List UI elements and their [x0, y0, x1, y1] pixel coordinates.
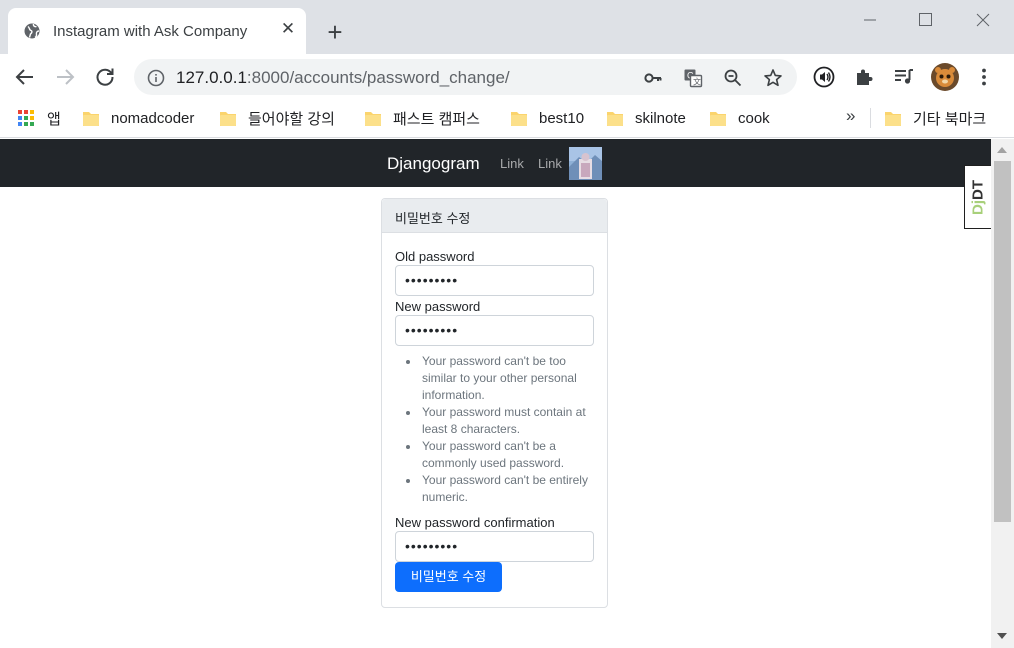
folder-icon [710, 112, 726, 126]
browser-toolbar: 127.0.0.1:8000/accounts/password_change/… [0, 54, 1014, 100]
bookmark-best10[interactable]: best10 [511, 107, 584, 129]
vertical-scrollbar[interactable] [991, 139, 1014, 648]
bookmark-lectures[interactable]: 들어야할 강의 [220, 107, 335, 129]
kebab-menu-icon[interactable] [972, 65, 996, 89]
bookmark-label: cook [738, 109, 770, 127]
help-item: Your password must contain at least 8 ch… [395, 404, 595, 438]
debug-toolbar-handle[interactable]: DjDT [964, 165, 991, 229]
bookmarks-overflow-button[interactable]: » [846, 106, 855, 126]
star-bookmark-icon[interactable] [763, 68, 783, 88]
help-item: Your password can't be too similar to yo… [395, 353, 595, 404]
bookmarks-divider [870, 108, 871, 128]
debug-toolbar-prefix: Dj [969, 200, 987, 215]
tab-title: Instagram with Ask Company [53, 23, 248, 40]
bookmark-nomadcoder[interactable]: nomadcoder [83, 107, 194, 129]
folder-icon [220, 112, 236, 126]
zoom-out-icon[interactable] [723, 68, 743, 88]
apps-grid-icon [18, 110, 34, 126]
new-password-confirmation-input[interactable]: ••••••••• [395, 531, 594, 562]
navbar-brand[interactable]: Djangogram [387, 154, 480, 174]
new-password-input[interactable]: ••••••••• [395, 315, 594, 346]
scrollbar-thumb[interactable] [994, 161, 1011, 522]
help-item: Your password can't be entirely numeric. [395, 472, 595, 506]
debug-toolbar-label: DjDT [970, 168, 987, 228]
puzzle-extensions-icon[interactable] [852, 65, 876, 89]
debug-toolbar-suffix: DT [969, 180, 987, 200]
new-password-label: New password [395, 299, 481, 314]
bookmark-label: nomadcoder [111, 109, 195, 127]
bookmark-skilnote[interactable]: skilnote [607, 107, 686, 129]
folder-icon [365, 112, 381, 126]
forward-arrow-icon[interactable] [53, 65, 77, 89]
url-path: :8000/accounts/password_change/ [246, 68, 510, 87]
key-icon[interactable] [643, 68, 663, 88]
bookmark-label: 앱 [47, 110, 61, 128]
url-host: 127.0.0.1 [176, 68, 247, 87]
nav-link-2[interactable]: Link [538, 156, 562, 171]
url-text: 127.0.0.1:8000/accounts/password_change/ [176, 68, 510, 88]
help-item: Your password can't be a commonly used p… [395, 438, 595, 472]
bookmarks-bar: 앱 nomadcoder 들어야할 강의 패스트 캠퍼스 best10 skil… [0, 100, 1014, 138]
browser-titlebar: Instagram with Ask Company ✕ + [0, 0, 1014, 54]
tab-close-icon[interactable]: ✕ [279, 20, 297, 38]
bookmark-apps[interactable]: 앱 [17, 107, 61, 129]
folder-icon [83, 112, 99, 126]
card-header: 비밀번호 수정 [382, 199, 607, 233]
minimize-icon[interactable] [855, 8, 885, 32]
old-password-input[interactable]: ••••••••• [395, 265, 594, 296]
bookmark-other[interactable]: 기타 북마크 [885, 107, 986, 129]
site-navbar: Djangogram Link Link [0, 139, 991, 187]
scroll-up-arrow-icon[interactable] [997, 147, 1007, 153]
translate-icon[interactable]: G文 [683, 68, 703, 88]
audio-extension-icon[interactable] [812, 65, 836, 89]
window-close-icon[interactable] [968, 8, 998, 32]
new-tab-icon[interactable]: + [322, 19, 348, 46]
old-password-label: Old password [395, 249, 475, 264]
folder-icon [511, 112, 527, 126]
scroll-down-arrow-icon[interactable] [997, 633, 1007, 639]
maximize-icon[interactable] [910, 8, 940, 32]
bookmark-fastcampus[interactable]: 패스트 캠퍼스 [365, 107, 480, 129]
address-bar[interactable]: 127.0.0.1:8000/accounts/password_change/… [134, 59, 797, 95]
password-change-card: 비밀번호 수정 Old password ••••••••• New passw… [381, 198, 608, 608]
bookmark-label: best10 [539, 109, 585, 127]
profile-avatar-icon[interactable] [931, 63, 959, 91]
bookmark-label: 기타 북마크 [913, 110, 987, 128]
bookmark-cook[interactable]: cook [710, 107, 770, 129]
bookmark-label: 들어야할 강의 [248, 110, 335, 128]
globe-icon [24, 23, 40, 39]
folder-icon [607, 112, 623, 126]
password-help-list: Your password can't be too similar to yo… [395, 353, 595, 506]
reload-icon[interactable] [93, 65, 117, 89]
change-password-button[interactable]: 비밀번호 수정 [395, 562, 502, 592]
svg-text:文: 文 [693, 77, 701, 87]
bookmark-label: 패스트 캠퍼스 [393, 110, 480, 128]
media-queue-icon[interactable] [892, 65, 916, 89]
bookmark-label: skilnote [635, 109, 686, 127]
info-icon[interactable] [146, 68, 166, 88]
nav-link-1[interactable]: Link [500, 156, 524, 171]
back-arrow-icon[interactable] [13, 65, 37, 89]
browser-tab[interactable]: Instagram with Ask Company ✕ [8, 8, 306, 54]
user-avatar[interactable] [569, 147, 602, 180]
folder-icon [885, 112, 901, 126]
page-viewport: Djangogram Link Link 비밀번호 수정 Old passwor… [0, 139, 991, 648]
new-password-confirmation-label: New password confirmation [395, 515, 555, 530]
